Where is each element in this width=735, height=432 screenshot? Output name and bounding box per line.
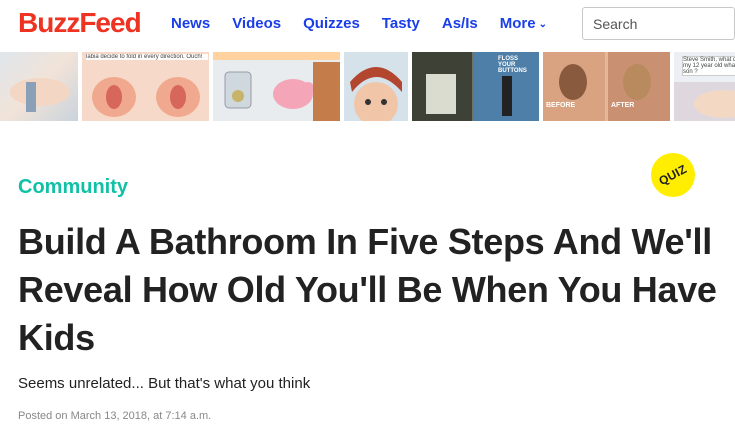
thumbnail-image: [92, 77, 200, 117]
thumbnail-image: [10, 78, 70, 112]
trending-thumb-4[interactable]: [344, 52, 408, 121]
main-nav: News Videos Quizzes Tasty As/Is More ⌄: [171, 14, 569, 36]
nav-item-asis[interactable]: As/Is: [442, 14, 478, 36]
nav-item-more-label: More: [499, 15, 536, 32]
trending-thumb-2[interactable]: labia decide to fold in every direction.…: [82, 52, 209, 121]
before-label: BEFORE: [546, 102, 576, 109]
posted-timestamp: Posted on March 13, 2018, at 7:14 a.m.: [18, 410, 212, 422]
trending-strip: labia decide to fold in every direction.…: [0, 52, 735, 121]
buzzfeed-logo[interactable]: BuzzFeed: [18, 6, 142, 40]
site-header: BuzzFeed News Videos Quizzes Tasty As/Is…: [0, 0, 735, 50]
nav-item-news[interactable]: News: [171, 14, 210, 36]
quiz-badge: QUIZ: [651, 153, 695, 197]
thumbnail-caption: Steve Smith, what do I tell my 12 year o…: [682, 56, 735, 76]
thumbnail-image: [350, 67, 402, 121]
trending-thumb-5[interactable]: FLOSS YOUR BUTTONS: [412, 52, 539, 121]
thumbnail-image: [213, 52, 340, 121]
category-link[interactable]: Community: [18, 176, 128, 199]
nav-item-quizzes[interactable]: Quizzes: [303, 14, 360, 36]
quiz-badge-label: QUIZ: [656, 161, 690, 189]
trending-thumb-7[interactable]: Steve Smith, what do I tell my 12 year o…: [674, 52, 735, 121]
search-input[interactable]: [583, 8, 734, 39]
page-title: Build A Bathroom In Five Steps And We'll…: [18, 221, 717, 358]
nav-item-tasty[interactable]: Tasty: [382, 14, 420, 36]
search-box: [582, 7, 735, 40]
chevron-down-icon: ⌄: [538, 19, 547, 30]
trending-thumb-3[interactable]: [213, 52, 340, 121]
article-subtitle: Seems unrelated... But that's what you t…: [18, 375, 311, 392]
nav-item-more[interactable]: More ⌄: [500, 14, 547, 36]
trending-thumb-6[interactable]: BEFORE AFTER: [543, 52, 670, 121]
thumbnail-image: [543, 52, 670, 121]
nav-item-videos[interactable]: Videos: [232, 14, 281, 36]
thumbnail-caption: labia decide to fold in every direction.…: [86, 54, 208, 60]
trending-thumb-1[interactable]: [0, 52, 78, 121]
thumbnail-caption: FLOSS YOUR BUTTONS: [498, 56, 527, 74]
after-label: AFTER: [611, 102, 635, 109]
